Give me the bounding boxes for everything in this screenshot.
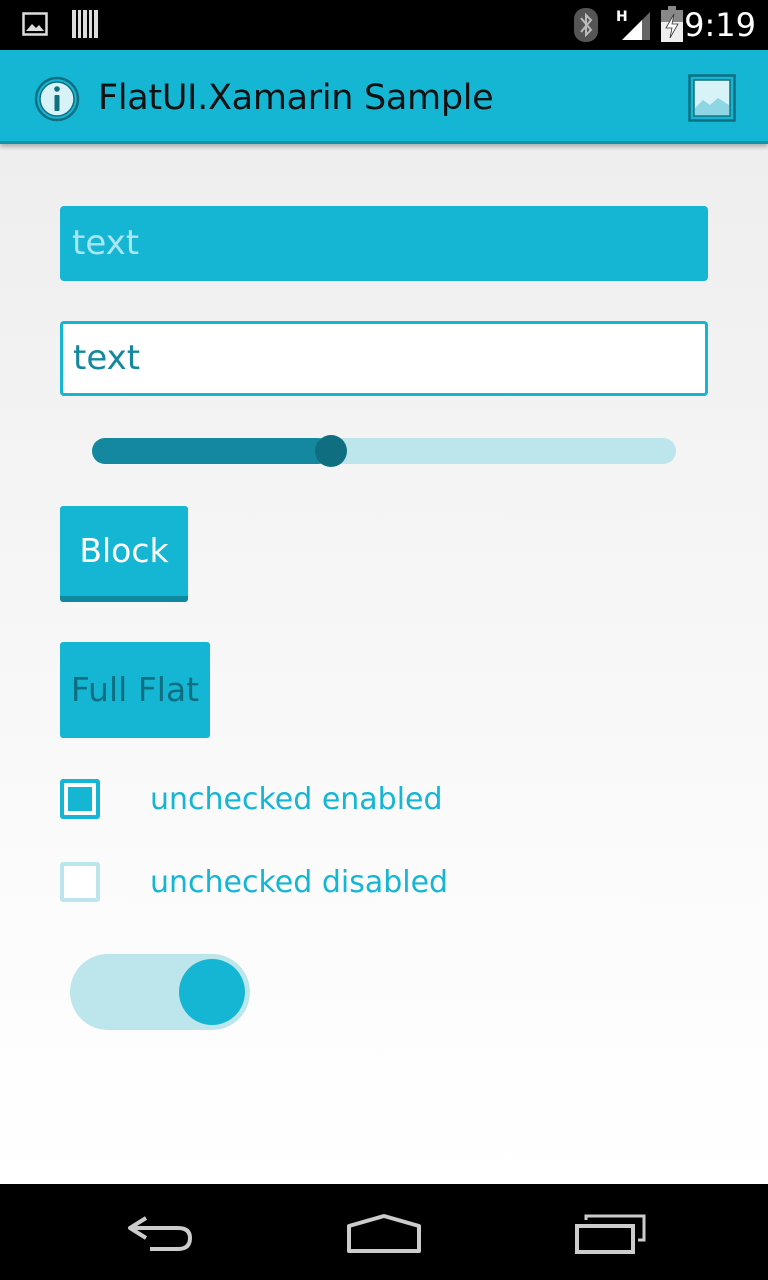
navigation-bar xyxy=(0,1184,768,1280)
status-bar: H 9:19 xyxy=(0,0,768,50)
checkbox-enabled-label[interactable]: unchecked enabled xyxy=(150,782,443,817)
signal-h-icon: H xyxy=(616,9,650,40)
info-icon[interactable] xyxy=(34,76,80,122)
svg-text:H: H xyxy=(616,9,628,25)
toggle-switch[interactable] xyxy=(70,954,250,1030)
content-area: text text Block Full Flat unchecked enab… xyxy=(0,144,768,1184)
seek-bar-progress xyxy=(92,438,332,464)
action-bar-divider xyxy=(0,141,768,144)
action-bar: FlatUI.Xamarin Sample xyxy=(0,50,768,144)
status-time: 9:19 xyxy=(684,6,756,44)
seek-bar[interactable] xyxy=(92,435,676,467)
checkbox-disabled-label: unchecked disabled xyxy=(150,865,449,900)
recent-apps-icon[interactable] xyxy=(574,1214,646,1254)
gallery-icon[interactable] xyxy=(688,74,736,122)
app-title: FlatUI.Xamarin Sample xyxy=(98,78,494,118)
battery-charging-icon xyxy=(661,6,683,42)
bluetooth-icon xyxy=(574,8,598,42)
seek-bar-thumb[interactable] xyxy=(315,435,348,467)
barcode-notification-icon xyxy=(72,10,98,38)
outlined-text-field[interactable]: text xyxy=(60,321,708,396)
block-button[interactable]: Block xyxy=(60,506,188,602)
filled-text-field[interactable]: text xyxy=(60,206,708,281)
image-notification-icon xyxy=(22,12,48,36)
checkbox-enabled-fill xyxy=(68,787,92,811)
back-icon[interactable] xyxy=(124,1214,196,1254)
full-flat-button[interactable]: Full Flat xyxy=(60,642,210,738)
checkbox-enabled[interactable] xyxy=(60,779,100,819)
home-icon[interactable] xyxy=(346,1214,422,1254)
toggle-switch-knob[interactable] xyxy=(179,959,245,1025)
checkbox-disabled xyxy=(60,862,100,902)
